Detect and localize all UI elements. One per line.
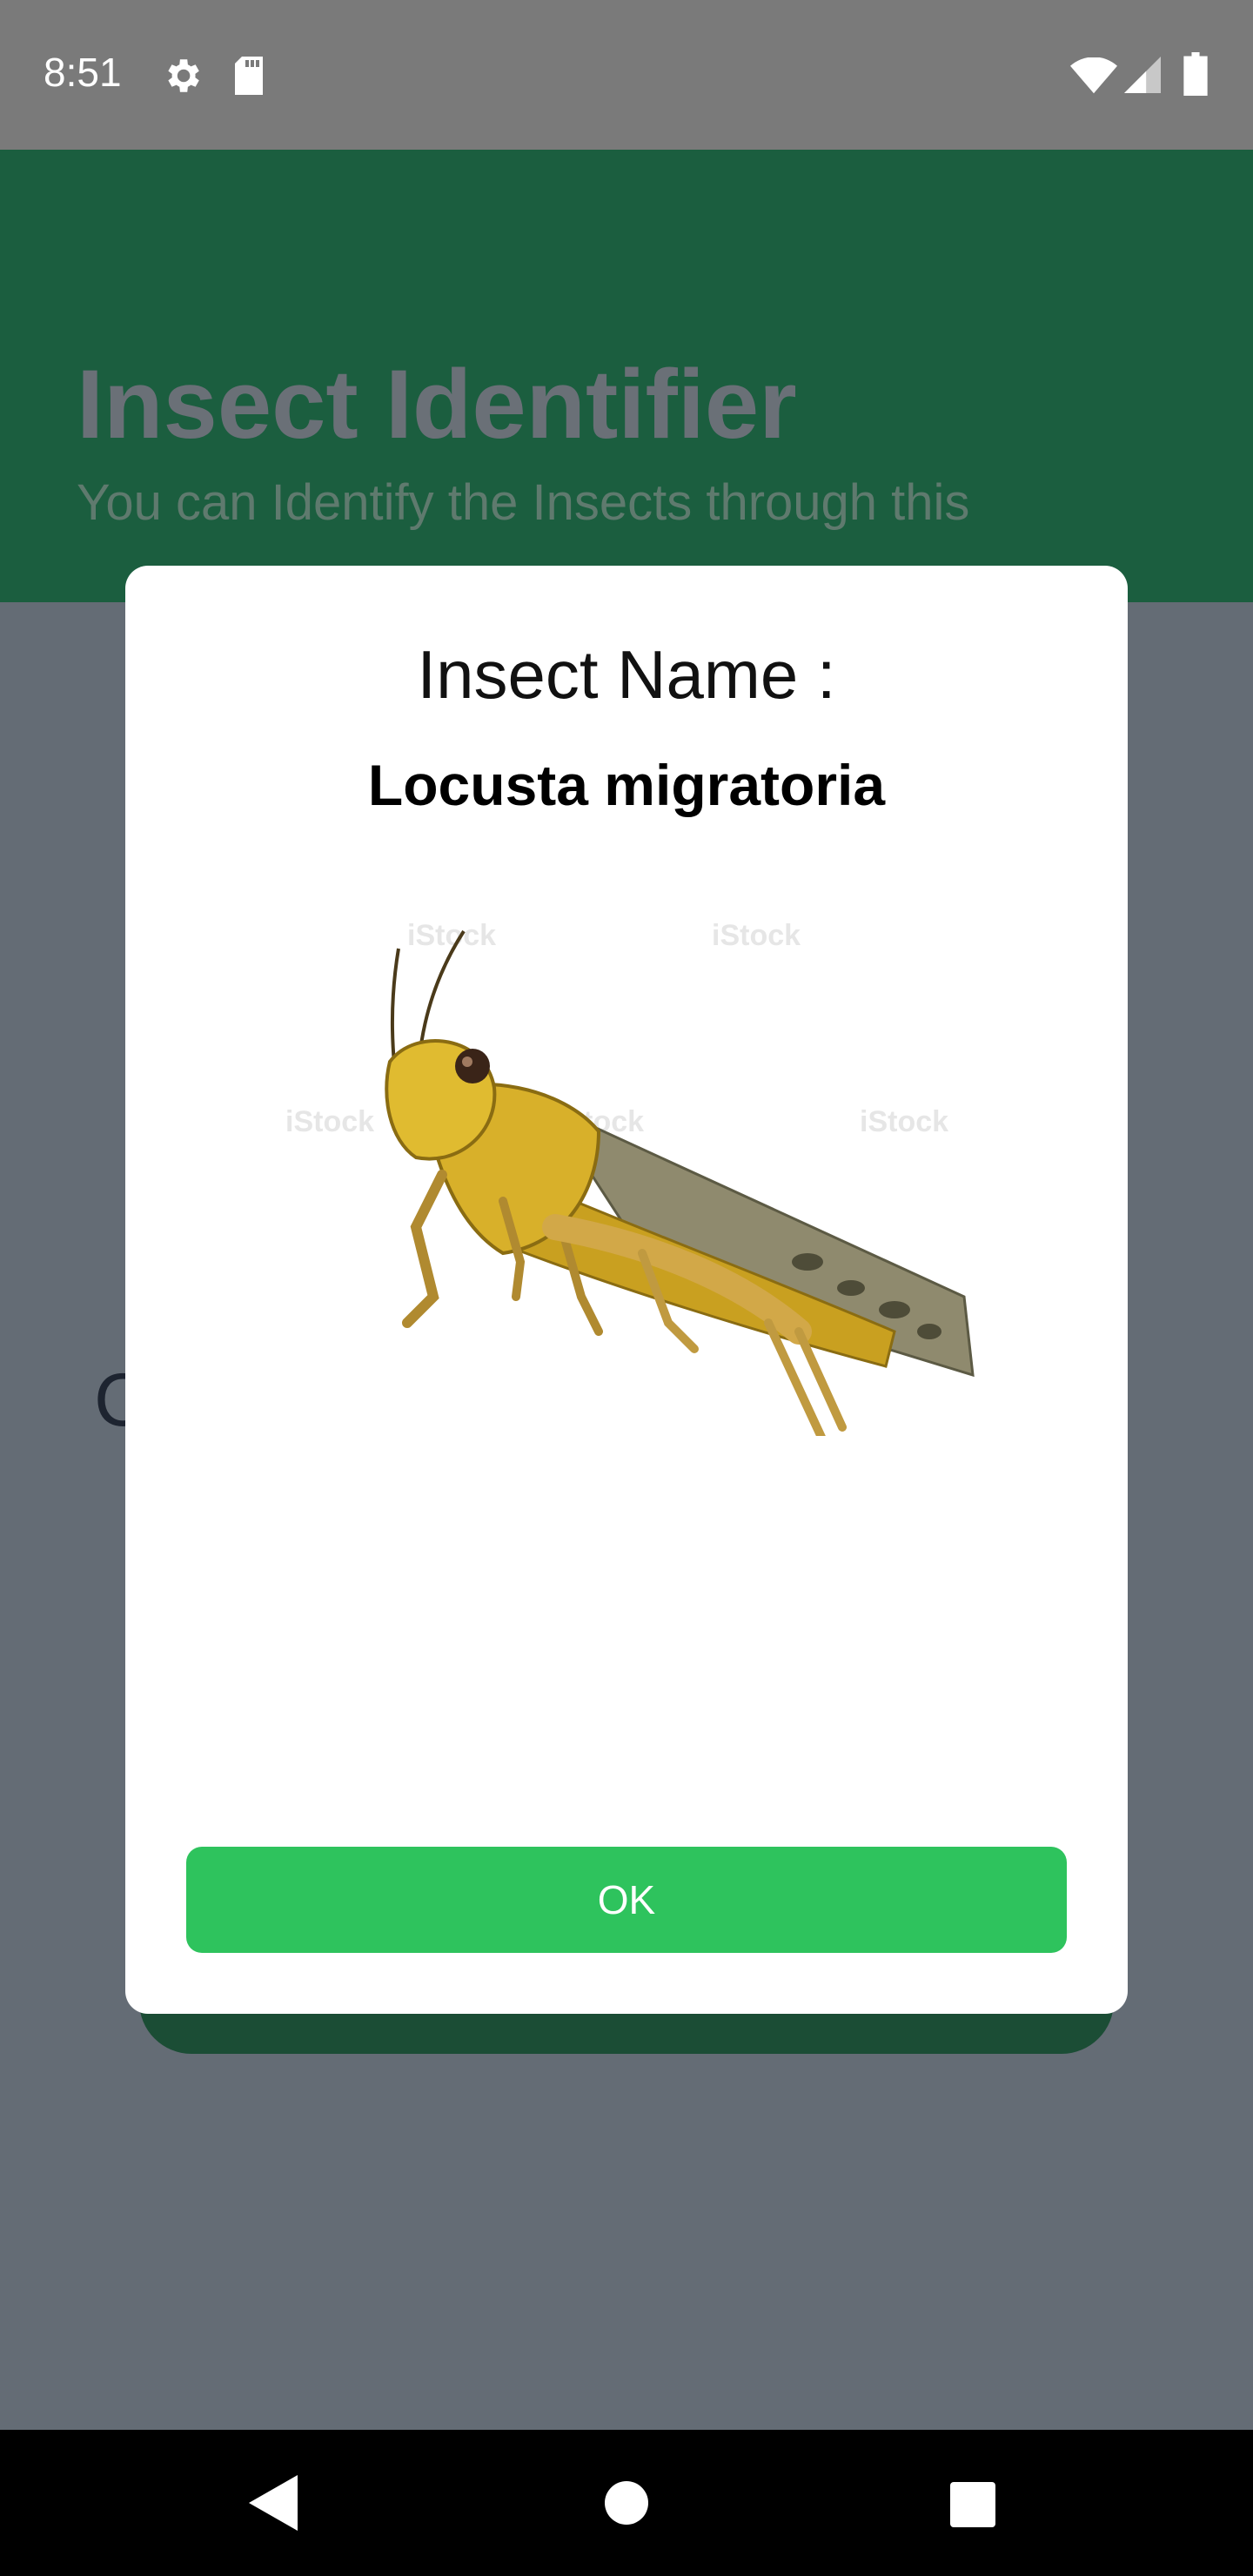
svg-text:iStock: iStock — [712, 919, 801, 952]
ok-button[interactable]: OK — [186, 1847, 1067, 1953]
app-subtitle: You can Identify the Insects through thi… — [77, 474, 970, 531]
status-time: 8:51 — [44, 50, 122, 95]
back-icon[interactable] — [249, 2475, 298, 2531]
sd-card-icon — [235, 57, 263, 95]
recents-icon[interactable] — [950, 2482, 995, 2527]
insect-name: Locusta migratoria — [367, 753, 886, 817]
svg-text:iStock: iStock — [407, 919, 496, 952]
navigation-bar — [0, 2430, 1253, 2576]
battery-icon — [1183, 52, 1208, 96]
settings-gear-icon — [168, 59, 199, 92]
cellular-signal-icon — [1124, 57, 1161, 93]
locust-image: iStock iStock iStock iStock iStock iStoc… — [285, 914, 975, 1436]
dialog-title: Insect Name : — [417, 636, 836, 713]
status-bar: 8:51 — [0, 0, 1253, 150]
svg-text:iStock: iStock — [860, 1105, 948, 1138]
wifi-icon — [1070, 57, 1117, 94]
screen: 8:51 Insect Identifier You can Identify … — [0, 0, 1253, 2576]
app-title: Insect Identifier — [77, 350, 797, 459]
home-icon[interactable] — [604, 2480, 649, 2526]
result-dialog: Insect Name : Locusta migratoria iStock … — [125, 566, 1128, 2014]
svg-text:iStock: iStock — [285, 1105, 374, 1138]
